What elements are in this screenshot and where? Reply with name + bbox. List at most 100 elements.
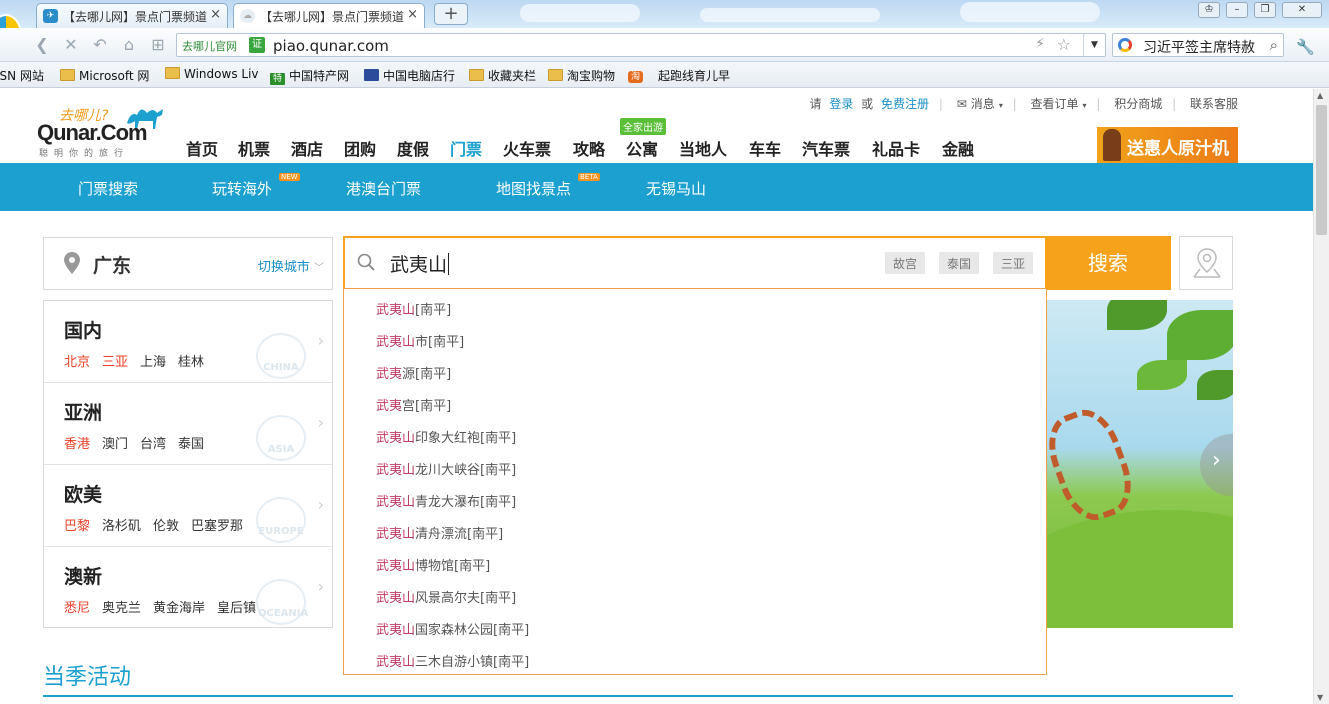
nav-locals[interactable]: 当地人 (679, 136, 727, 160)
nav-tickets[interactable]: 门票 (450, 136, 482, 160)
close-window-button[interactable]: ✕ (1282, 2, 1322, 18)
city-link[interactable]: 黄金海岸 (153, 601, 205, 616)
bookmark-item[interactable]: Microsoft 网 (60, 67, 149, 84)
nav-gift-cards[interactable]: 礼品卡 (872, 136, 920, 160)
lightning-icon[interactable]: ⚡ (1035, 36, 1045, 52)
subnav-ticket-search[interactable]: 门票搜索 (78, 178, 138, 199)
switch-city-link[interactable]: 切换城市 ﹀ (258, 256, 324, 275)
suggestion-item[interactable]: 武夷山国家森林公园[南平] (376, 619, 529, 638)
hot-search-chip[interactable]: 泰国 (939, 252, 980, 274)
promo-ad-banner[interactable]: 送惠人原汁机 (1097, 127, 1238, 163)
bookmark-item[interactable]: 中国电脑店行 (364, 67, 455, 84)
city-link[interactable]: 洛杉矶 (102, 519, 141, 534)
city-link[interactable]: 巴塞罗那 (191, 519, 243, 534)
hot-search-chip[interactable]: 三亚 (993, 252, 1034, 274)
region-domestic[interactable]: 国内 北京 三亚 上海 桂林 CHINA › (44, 301, 332, 383)
address-bar[interactable]: 去哪儿官网 证 piao.qunar.com ⚡ ☆ ▼ (176, 33, 1106, 57)
bookmark-item[interactable]: 特中国特产网 (270, 67, 349, 85)
suggestion-item[interactable]: 武夷山市[南平] (376, 331, 464, 350)
browser-tab-2[interactable]: ☁ 【去哪儿网】景点门票频道 × (233, 3, 425, 28)
city-link[interactable]: 桂林 (178, 355, 204, 370)
suggestion-item[interactable]: 武夷山印象大红袍[南平] (376, 427, 516, 446)
bookmark-item[interactable]: 淘宝购物 (548, 67, 615, 84)
scroll-thumb[interactable] (1316, 105, 1327, 235)
suggestion-item[interactable]: 武夷山博物馆[南平] (376, 555, 490, 574)
suggestion-item[interactable]: 武夷山龙川大峡谷[南平] (376, 459, 516, 478)
suggestion-item[interactable]: 武夷山青龙大瀑布[南平] (376, 491, 516, 510)
skin-icon[interactable]: ♔ (1198, 2, 1220, 18)
subnav-overseas[interactable]: 玩转海外 NEW (212, 173, 300, 199)
undo-icon[interactable]: ↶ (90, 36, 110, 54)
new-tab-button[interactable]: + (434, 3, 468, 25)
tools-icon[interactable]: 🔧 (1296, 38, 1315, 56)
maximize-button[interactable]: ❐ (1254, 2, 1276, 18)
hot-search-chip[interactable]: 故宫 (885, 252, 926, 274)
city-link[interactable]: 巴黎 (64, 519, 90, 534)
url-text[interactable]: piao.qunar.com (273, 37, 389, 55)
nav-bus-tickets[interactable]: 汽车票 (802, 136, 850, 160)
orders-link[interactable]: 查看订单 (1031, 97, 1079, 111)
nav-vacation[interactable]: 度假 (397, 136, 429, 160)
subnav-map-search[interactable]: 地图找景点 BETA (496, 173, 600, 199)
minimize-button[interactable]: – (1226, 2, 1248, 18)
points-mall-link[interactable]: 积分商城 (1114, 97, 1162, 111)
browser-tab-1[interactable]: ✈ 【去哪儿网】景点门票频道 × (36, 3, 228, 28)
suggestion-item[interactable]: 武夷山三木自游小镇[南平] (376, 651, 529, 670)
bookmark-item[interactable]: Windows Liv (165, 67, 259, 81)
login-link[interactable]: 登录 (829, 97, 853, 111)
nav-flights[interactable]: 机票 (238, 136, 270, 160)
suggestion-item[interactable]: 武夷山[南平] (376, 299, 451, 318)
city-link[interactable]: 皇后镇 (217, 601, 256, 616)
hero-banner[interactable]: › (1047, 300, 1233, 628)
map-search-button[interactable] (1179, 236, 1233, 290)
bookmark-item[interactable]: ISN 网站 (0, 67, 44, 84)
stop-icon[interactable]: ✕ (61, 36, 81, 54)
vertical-scrollbar[interactable]: ▲ ▼ (1313, 89, 1329, 704)
suggestion-item[interactable]: 武夷山风景高尔夫[南平] (376, 587, 516, 606)
city-link[interactable]: 伦敦 (153, 519, 179, 534)
browser-search-box[interactable]: 习近平签主席特赦 ⌕ (1112, 33, 1284, 57)
suggestion-item[interactable]: 武夷宫[南平] (376, 395, 451, 414)
search-input[interactable]: 武夷山 (390, 250, 450, 277)
suggestion-item[interactable]: 武夷源[南平] (376, 363, 451, 382)
browser-search-input[interactable]: 习近平签主席特赦 (1143, 37, 1258, 57)
star-icon[interactable]: ☆ (1057, 35, 1071, 54)
nav-apartments[interactable]: 公寓 (626, 136, 658, 160)
bookmark-item[interactable]: 淘 (628, 67, 647, 83)
city-link[interactable]: 澳门 (102, 437, 128, 452)
city-link[interactable]: 台湾 (140, 437, 166, 452)
city-link[interactable]: 泰国 (178, 437, 204, 452)
city-link[interactable]: 北京 (64, 355, 90, 370)
region-oceania[interactable]: 澳新 悉尼 奥克兰 黄金海岸 皇后镇 OCEANIA › (44, 547, 332, 629)
nav-guides[interactable]: 攻略 (573, 136, 605, 160)
city-link[interactable]: 香港 (64, 437, 90, 452)
region-europe-america[interactable]: 欧美 巴黎 洛杉矶 伦敦 巴塞罗那 EUROPE › (44, 465, 332, 547)
nav-home[interactable]: 首页 (186, 136, 218, 160)
chevron-down-icon[interactable]: ▼ (1083, 34, 1105, 56)
home-icon[interactable]: ⌂ (119, 36, 139, 54)
city-link[interactable]: 三亚 (102, 355, 128, 370)
tab-close-icon[interactable]: × (210, 7, 221, 22)
register-link[interactable]: 免费注册 (881, 97, 929, 111)
scroll-up-icon[interactable]: ▲ (1317, 91, 1323, 100)
tab-close-icon[interactable]: × (407, 7, 418, 22)
search-icon[interactable]: ⌕ (1270, 36, 1278, 54)
subnav-wuxi-mashan[interactable]: 无锡马山 (646, 178, 706, 199)
nav-train[interactable]: 火车票 (503, 136, 551, 160)
messages-link[interactable]: 消息 (971, 97, 995, 111)
nav-finance[interactable]: 金融 (942, 136, 974, 160)
nav-hotels[interactable]: 酒店 (291, 136, 323, 160)
nav-cars[interactable]: 车车 (749, 136, 781, 160)
back-icon[interactable]: ❮ (32, 36, 52, 54)
ticket-search-box[interactable]: 武夷山 故宫 泰国 三亚 (343, 236, 1047, 290)
city-link[interactable]: 奥克兰 (102, 601, 141, 616)
city-selector[interactable]: 广东 切换城市 ﹀ (43, 237, 333, 290)
bookmark-item[interactable]: 起跑线育儿早 (658, 67, 730, 170)
nav-groupbuy[interactable]: 团购 (344, 136, 376, 160)
bookmark-item[interactable]: 收藏夹栏 (469, 67, 536, 84)
chevron-right-icon[interactable]: › (1200, 434, 1233, 496)
subnav-hk-macau-taiwan[interactable]: 港澳台门票 (346, 178, 421, 199)
suggestion-item[interactable]: 武夷山清舟漂流[南平] (376, 523, 503, 542)
qunar-logo[interactable]: 去哪儿? Qunar.Com 聪明你的旅行 (37, 103, 177, 159)
search-button[interactable]: 搜索 (1045, 236, 1171, 290)
